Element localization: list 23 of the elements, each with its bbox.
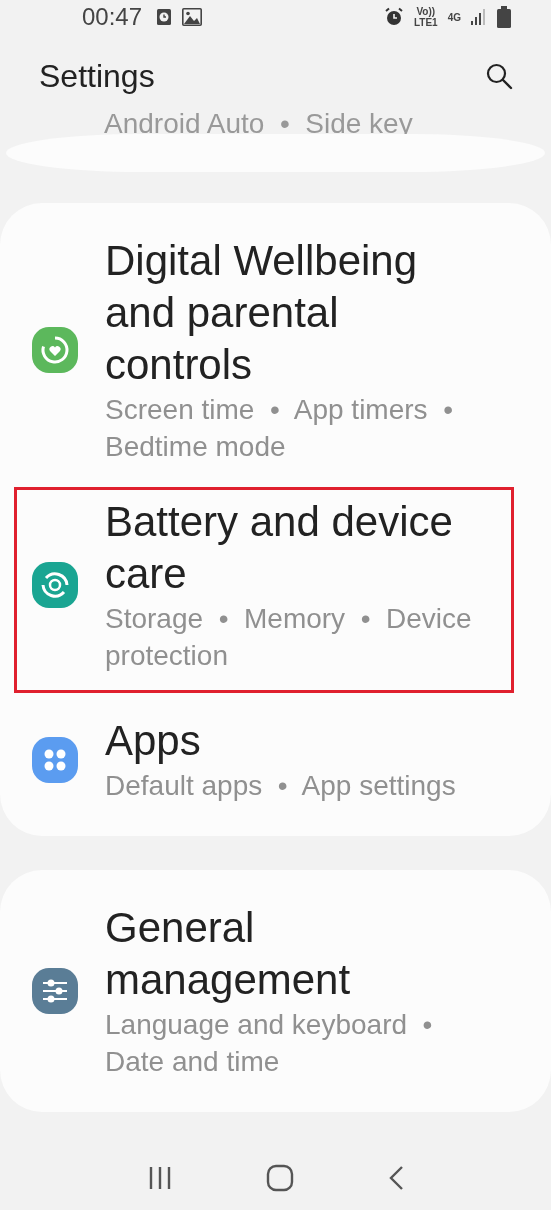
status-time: 00:47 [82,3,143,32]
battery-icon [497,6,511,29]
item-title: Digital Wellbeing and parental controls [105,236,419,391]
settings-item[interactable]: Battery and device care Storage • Memory • Device protection [14,487,514,694]
image-notification-icon [182,8,203,27]
item-subtitle: Default apps • App settings [105,769,457,804]
item-title: General management [105,903,352,1006]
home-button[interactable] [265,1164,294,1193]
clock-notification-icon [156,9,173,26]
network-indicator: 4G [447,11,461,23]
item-subtitle: Language and keyboard • Date and time [105,1008,434,1080]
volte-indicator: Vo)) LTE1 [413,6,438,29]
item-subtitle: Storage • Memory • Device protection [105,602,473,674]
item-title: Apps [105,716,202,767]
item-subtitle: Screen time • App timers • Bedtime mode [105,393,454,465]
signal-icon [471,8,487,27]
search-icon[interactable] [485,62,513,91]
alarm-icon [383,7,404,28]
item-title: Battery and device care [105,497,454,600]
page-title: Settings [39,57,155,95]
settings-item[interactable]: Apps Default apps • App settings [0,705,551,815]
settings-item[interactable]: Digital Wellbeing and parental controls Screen time • App timers • Bedtime mode [0,225,551,476]
settings-item[interactable]: General management Language and keyboard • Date and time [0,892,551,1091]
